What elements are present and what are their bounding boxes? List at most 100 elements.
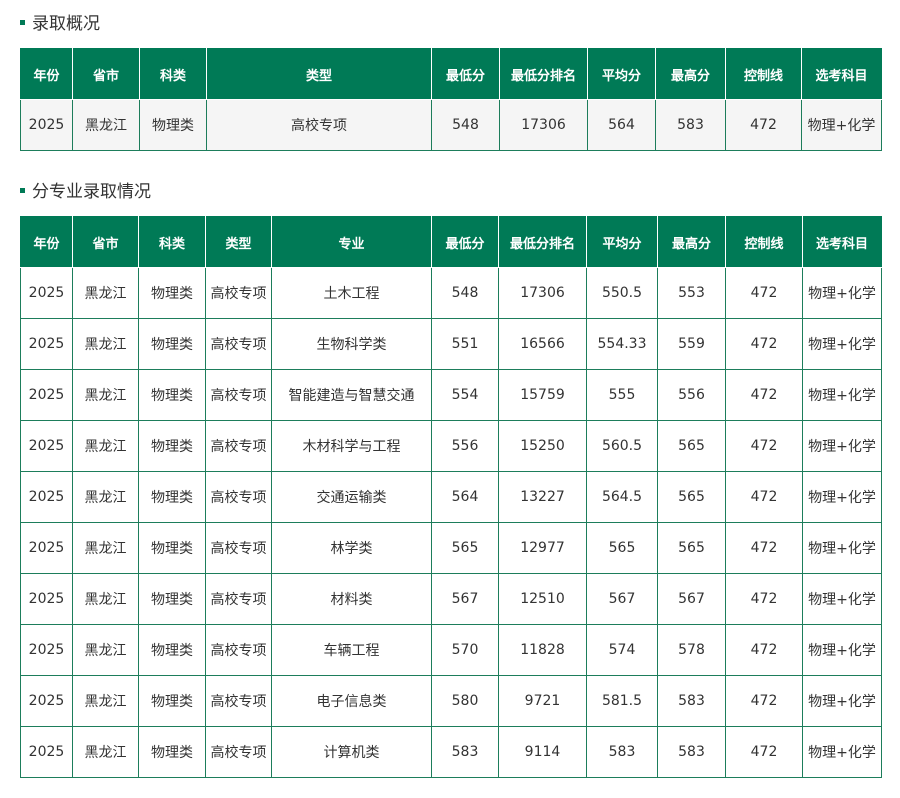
table-cell: 黑龙江 bbox=[72, 471, 139, 523]
table-cell: 559 bbox=[657, 318, 726, 370]
table-cell: 472 bbox=[725, 267, 803, 319]
table-cell: 物理+化学 bbox=[802, 573, 882, 625]
table-cell: 580 bbox=[431, 675, 499, 727]
table-cell: 556 bbox=[657, 369, 726, 421]
column-header: 最高分 bbox=[657, 216, 726, 268]
column-header: 专业 bbox=[271, 216, 432, 268]
table-cell: 物理类 bbox=[138, 369, 206, 421]
table-cell: 564 bbox=[587, 99, 656, 151]
table-cell: 黑龙江 bbox=[72, 267, 139, 319]
table-cell: 17306 bbox=[499, 99, 588, 151]
table-cell: 黑龙江 bbox=[72, 726, 139, 778]
table-row: 2025 黑龙江 物理类 高校专项 生物科学类 551 16566 554.33 559 472 物… bbox=[20, 318, 882, 370]
table-cell: 交通运输类 bbox=[271, 471, 432, 523]
table-cell: 17306 bbox=[498, 267, 587, 319]
table-row: 2025 黑龙江 物理类 高校专项 车辆工程 570 11828 574 578 472 物理+化学 bbox=[20, 624, 882, 676]
table-cell: 472 bbox=[725, 726, 803, 778]
table-cell: 林学类 bbox=[271, 522, 432, 574]
table-cell: 472 bbox=[725, 318, 803, 370]
table-cell: 高校专项 bbox=[205, 522, 272, 574]
table-row: 2025 黑龙江 物理类 高校专项 交通运输类 564 13227 564.5 565 472 物理… bbox=[20, 471, 882, 523]
table-cell: 565 bbox=[657, 471, 726, 523]
table-cell: 567 bbox=[657, 573, 726, 625]
table-cell: 472 bbox=[725, 573, 803, 625]
column-header: 最低分 bbox=[431, 216, 499, 268]
table-cell: 黑龙江 bbox=[72, 675, 139, 727]
table-cell: 黑龙江 bbox=[72, 522, 139, 574]
table-cell: 472 bbox=[725, 522, 803, 574]
table-cell: 16566 bbox=[498, 318, 587, 370]
table-cell: 物理+化学 bbox=[801, 99, 882, 151]
table-cell: 物理+化学 bbox=[802, 369, 882, 421]
table-cell: 574 bbox=[586, 624, 658, 676]
table-cell: 11828 bbox=[498, 624, 587, 676]
table-row: 2025 黑龙江 物理类 高校专项 548 17306 564 583 472 物理+化学 bbox=[20, 99, 882, 151]
table-cell: 555 bbox=[586, 369, 658, 421]
table-cell: 583 bbox=[657, 675, 726, 727]
table-cell: 556 bbox=[431, 420, 499, 472]
table-cell: 548 bbox=[431, 99, 500, 151]
column-header: 选考科目 bbox=[802, 216, 882, 268]
table-cell: 9114 bbox=[498, 726, 587, 778]
table-cell: 567 bbox=[431, 573, 499, 625]
table-cell: 2025 bbox=[20, 267, 73, 319]
table-cell: 电子信息类 bbox=[271, 675, 432, 727]
table-row: 2025 黑龙江 物理类 高校专项 林学类 565 12977 565 565 472 物理+化学 bbox=[20, 522, 882, 574]
table-cell: 黑龙江 bbox=[72, 420, 139, 472]
table-cell: 2025 bbox=[20, 522, 73, 574]
table-cell: 2025 bbox=[20, 675, 73, 727]
table-cell: 578 bbox=[657, 624, 726, 676]
column-header: 科类 bbox=[139, 48, 207, 100]
table-cell: 472 bbox=[725, 624, 803, 676]
table-cell: 560.5 bbox=[586, 420, 658, 472]
table-cell: 2025 bbox=[20, 318, 73, 370]
majors-table: 年份 省市 科类 类型 专业 最低分 最低分排名 平均分 最高分 控制线 选考科目 2025 黑龙江物… bbox=[20, 216, 882, 778]
column-header: 最低分排名 bbox=[498, 216, 587, 268]
table-cell: 物理类 bbox=[138, 471, 206, 523]
table-cell: 567 bbox=[586, 573, 658, 625]
table-cell: 计算机类 bbox=[271, 726, 432, 778]
table-cell: 高校专项 bbox=[205, 624, 272, 676]
column-header: 选考科目 bbox=[801, 48, 882, 100]
table-cell: 565 bbox=[586, 522, 658, 574]
table-cell: 物理+化学 bbox=[802, 522, 882, 574]
table-cell: 高校专项 bbox=[205, 318, 272, 370]
table-cell: 黑龙江 bbox=[72, 99, 140, 151]
table-cell: 565 bbox=[657, 522, 726, 574]
table-cell: 15250 bbox=[498, 420, 587, 472]
table-cell: 583 bbox=[657, 726, 726, 778]
table-cell: 12510 bbox=[498, 573, 587, 625]
table-cell: 472 bbox=[725, 99, 802, 151]
table-cell: 物理类 bbox=[138, 522, 206, 574]
section-marker-icon bbox=[20, 19, 25, 25]
table-row: 2025 黑龙江 物理类 高校专项 材料类 567 12510 567 567 472 物理+化学 bbox=[20, 573, 882, 625]
table-cell: 物理类 bbox=[138, 675, 206, 727]
table-cell: 13227 bbox=[498, 471, 587, 523]
column-header: 最低分排名 bbox=[499, 48, 588, 100]
table-cell: 2025 bbox=[20, 369, 73, 421]
table-cell: 9721 bbox=[498, 675, 587, 727]
table-cell: 2025 bbox=[20, 573, 73, 625]
table-row: 2025 黑龙江 物理类 高校专项 电子信息类 580 9721 581.5 583 472 物理+… bbox=[20, 675, 882, 727]
column-header: 类型 bbox=[206, 48, 432, 100]
table-cell: 550.5 bbox=[586, 267, 658, 319]
table-cell: 565 bbox=[431, 522, 499, 574]
table-cell: 土木工程 bbox=[271, 267, 432, 319]
table-cell: 材料类 bbox=[271, 573, 432, 625]
table-cell: 583 bbox=[655, 99, 726, 151]
table-cell: 物理+化学 bbox=[802, 726, 882, 778]
table-cell: 物理类 bbox=[138, 573, 206, 625]
table-cell: 583 bbox=[586, 726, 658, 778]
column-header: 控制线 bbox=[725, 48, 802, 100]
table-cell: 智能建造与智慧交通 bbox=[271, 369, 432, 421]
table-cell: 物理类 bbox=[138, 624, 206, 676]
table-cell: 高校专项 bbox=[205, 267, 272, 319]
table-cell: 高校专项 bbox=[205, 726, 272, 778]
table-cell: 472 bbox=[725, 471, 803, 523]
table-cell: 物理+化学 bbox=[802, 318, 882, 370]
column-header: 省市 bbox=[72, 48, 140, 100]
column-header: 最高分 bbox=[655, 48, 726, 100]
table-cell: 车辆工程 bbox=[271, 624, 432, 676]
table-cell: 472 bbox=[725, 420, 803, 472]
table-cell: 2025 bbox=[20, 99, 73, 151]
